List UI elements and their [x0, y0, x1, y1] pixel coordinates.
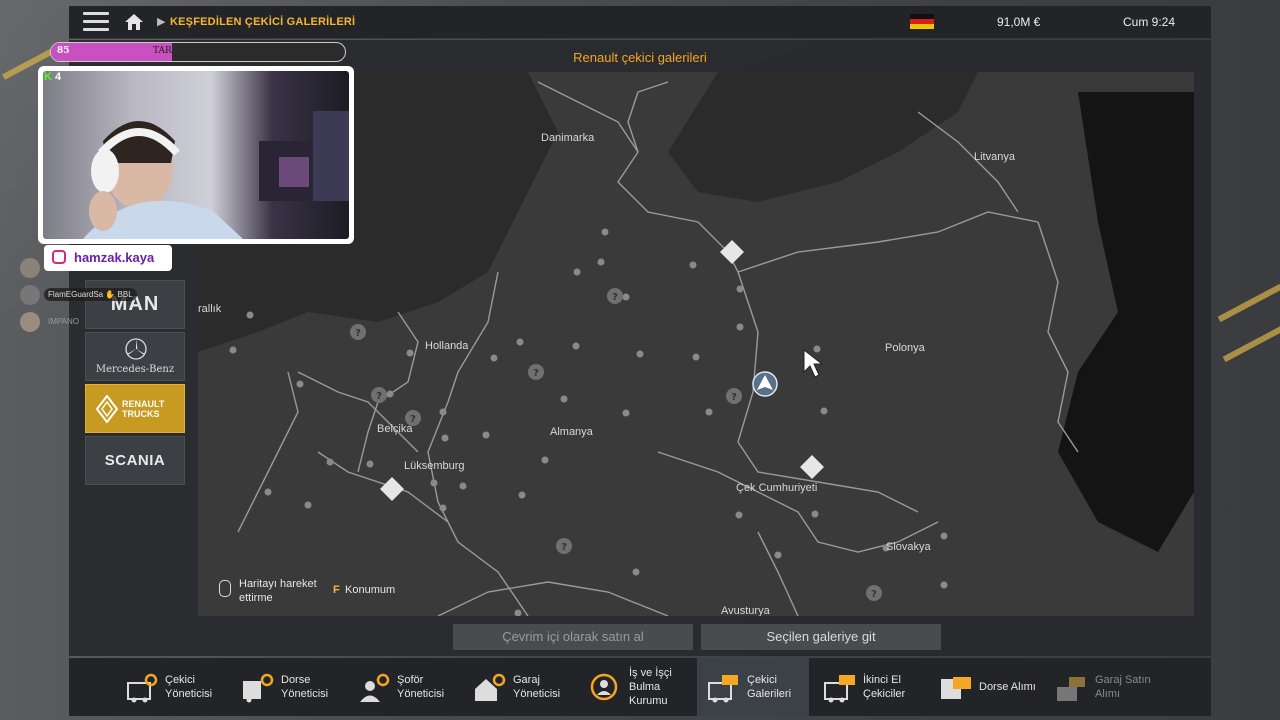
webcam-overlay [38, 66, 354, 244]
svg-text:?: ? [561, 542, 567, 553]
instagram-badge: hamzak.kaya [44, 245, 172, 271]
mercedes-star-icon [125, 338, 147, 360]
garage-purchase-label: Garaj Satın Alımı [1095, 674, 1151, 700]
used-trucks-tool[interactable]: İkinci El Çekiciler [813, 658, 925, 716]
truck-dealers-label: Çekici Galerileri [747, 674, 792, 700]
driver-manager-label: Şoför Yöneticisi [397, 674, 445, 700]
truck-dealer-icon [708, 675, 738, 703]
trailer-purchase-tool[interactable]: Dorse Alımı [929, 658, 1041, 716]
map-label-denmark: Danimarka [541, 132, 595, 144]
brand-renault-label: RENAULT TRUCKS [122, 399, 165, 419]
svg-text:?: ? [355, 328, 361, 339]
viewer-avatar [20, 312, 40, 332]
svg-text:?: ? [376, 391, 382, 402]
truck-manager-label: Çekici Yöneticisi [165, 674, 213, 700]
brand-scania-logo: SCANIA [104, 452, 166, 469]
map-label-belgium: Belçika [377, 423, 413, 435]
top-bar: ▶ KEŞFEDİLEN ÇEKİCİ GALERİLERİ 91,0M € C… [69, 6, 1211, 39]
renault-diamond-icon [96, 395, 118, 423]
truck-manager-tool[interactable]: Çekici Yöneticisi [115, 658, 227, 716]
xp-level: 85 [57, 46, 70, 56]
svg-text:?: ? [612, 292, 618, 303]
trailer-purchase-label: Dorse Alımı [979, 681, 1036, 693]
viewer-avatar [20, 285, 40, 305]
viewer-name: IMPANO [48, 317, 79, 326]
used-trucks-label: İkinci El Çekiciler [863, 674, 906, 700]
breadcrumb-chevron-icon: ▶ [157, 16, 166, 28]
kick-count: 4 [55, 71, 62, 83]
recruitment-agency-label: İş ve İşçi Bulma Kurumu [629, 667, 672, 707]
truck-gear-icon [127, 673, 158, 703]
kick-follower-count: K 4 [44, 71, 61, 83]
brand-scania[interactable]: SCANIA [85, 436, 185, 485]
buy-online-button[interactable]: Çevrim içi olarak satın al [453, 624, 693, 650]
trailer-manager-tool[interactable]: Dorse Yöneticisi [231, 658, 343, 716]
kick-logo-icon: K [44, 71, 52, 83]
map-label-slovakia: Slovakya [886, 541, 931, 553]
my-position-link[interactable]: Konumum [345, 584, 395, 596]
map-label-czech: Çek Cumhuriyeti [736, 482, 818, 494]
trailer-manager-label: Dorse Yöneticisi [281, 674, 329, 700]
recruitment-search-icon [590, 673, 618, 701]
bottom-toolbar: Çekici Yöneticisi Dorse Yöneticisi Şoför… [69, 658, 1211, 716]
viewer-avatar [20, 258, 40, 278]
germany-flag-icon [910, 14, 934, 29]
webcam-image [43, 71, 349, 239]
svg-text:?: ? [731, 392, 737, 403]
hamburger-menu-icon[interactable] [83, 12, 109, 32]
map-label-france: rallık [198, 303, 222, 315]
map-label-netherlands: Hollanda [425, 340, 469, 352]
map-label-lithuania: Litvanya [974, 151, 1015, 163]
breadcrumb[interactable]: KEŞFEDİLEN ÇEKİCİ GALERİLERİ [170, 16, 355, 28]
garage-purchase-icon [1057, 677, 1085, 701]
go-to-dealer-button[interactable]: Seçilen galeriye git [701, 624, 941, 650]
instagram-icon [52, 250, 66, 264]
map-help-key: F [333, 584, 340, 596]
used-truck-icon [824, 675, 855, 703]
game-clock: Cum 9:24 [1123, 15, 1176, 29]
trailer-gear-icon [243, 673, 274, 703]
viewer-name: FlamEGuardSa ✋ BBL [44, 288, 137, 301]
xp-name: TAR [153, 46, 172, 56]
driver-manager-tool[interactable]: Şoför Yöneticisi [347, 658, 459, 716]
money-display: 91,0M € [997, 15, 1041, 29]
garage-manager-tool[interactable]: Garaj Yöneticisi [463, 658, 575, 716]
driver-gear-icon [360, 673, 390, 702]
svg-text:?: ? [533, 368, 539, 379]
map-label-germany: Almanya [550, 426, 593, 438]
trailer-purchase-icon [941, 677, 971, 699]
home-icon[interactable] [124, 13, 144, 31]
xp-progress-bar: 85 TAR [50, 42, 346, 62]
mouse-icon [219, 580, 231, 597]
map-label-austria: Avusturya [721, 605, 770, 616]
map-label-poland: Polonya [885, 342, 925, 354]
garage-gear-icon [475, 673, 506, 701]
garage-manager-label: Garaj Yöneticisi [513, 674, 561, 700]
brand-mercedes-label: Mercedes-Benz [95, 364, 175, 375]
instagram-handle: hamzak.kaya [74, 250, 155, 265]
streamer-silhouette [83, 111, 349, 239]
brand-renault[interactable]: RENAULT TRUCKS [85, 384, 185, 433]
brand-mercedes[interactable]: Mercedes-Benz [85, 332, 185, 381]
garage-purchase-tool[interactable]: Garaj Satın Alımı [1045, 658, 1157, 716]
truck-dealers-tool[interactable]: Çekici Galerileri [697, 658, 809, 716]
map-label-luxembourg: Lüksemburg [404, 460, 465, 472]
svg-text:?: ? [871, 589, 877, 600]
recruitment-agency-tool[interactable]: İş ve İşçi Bulma Kurumu [579, 658, 691, 716]
